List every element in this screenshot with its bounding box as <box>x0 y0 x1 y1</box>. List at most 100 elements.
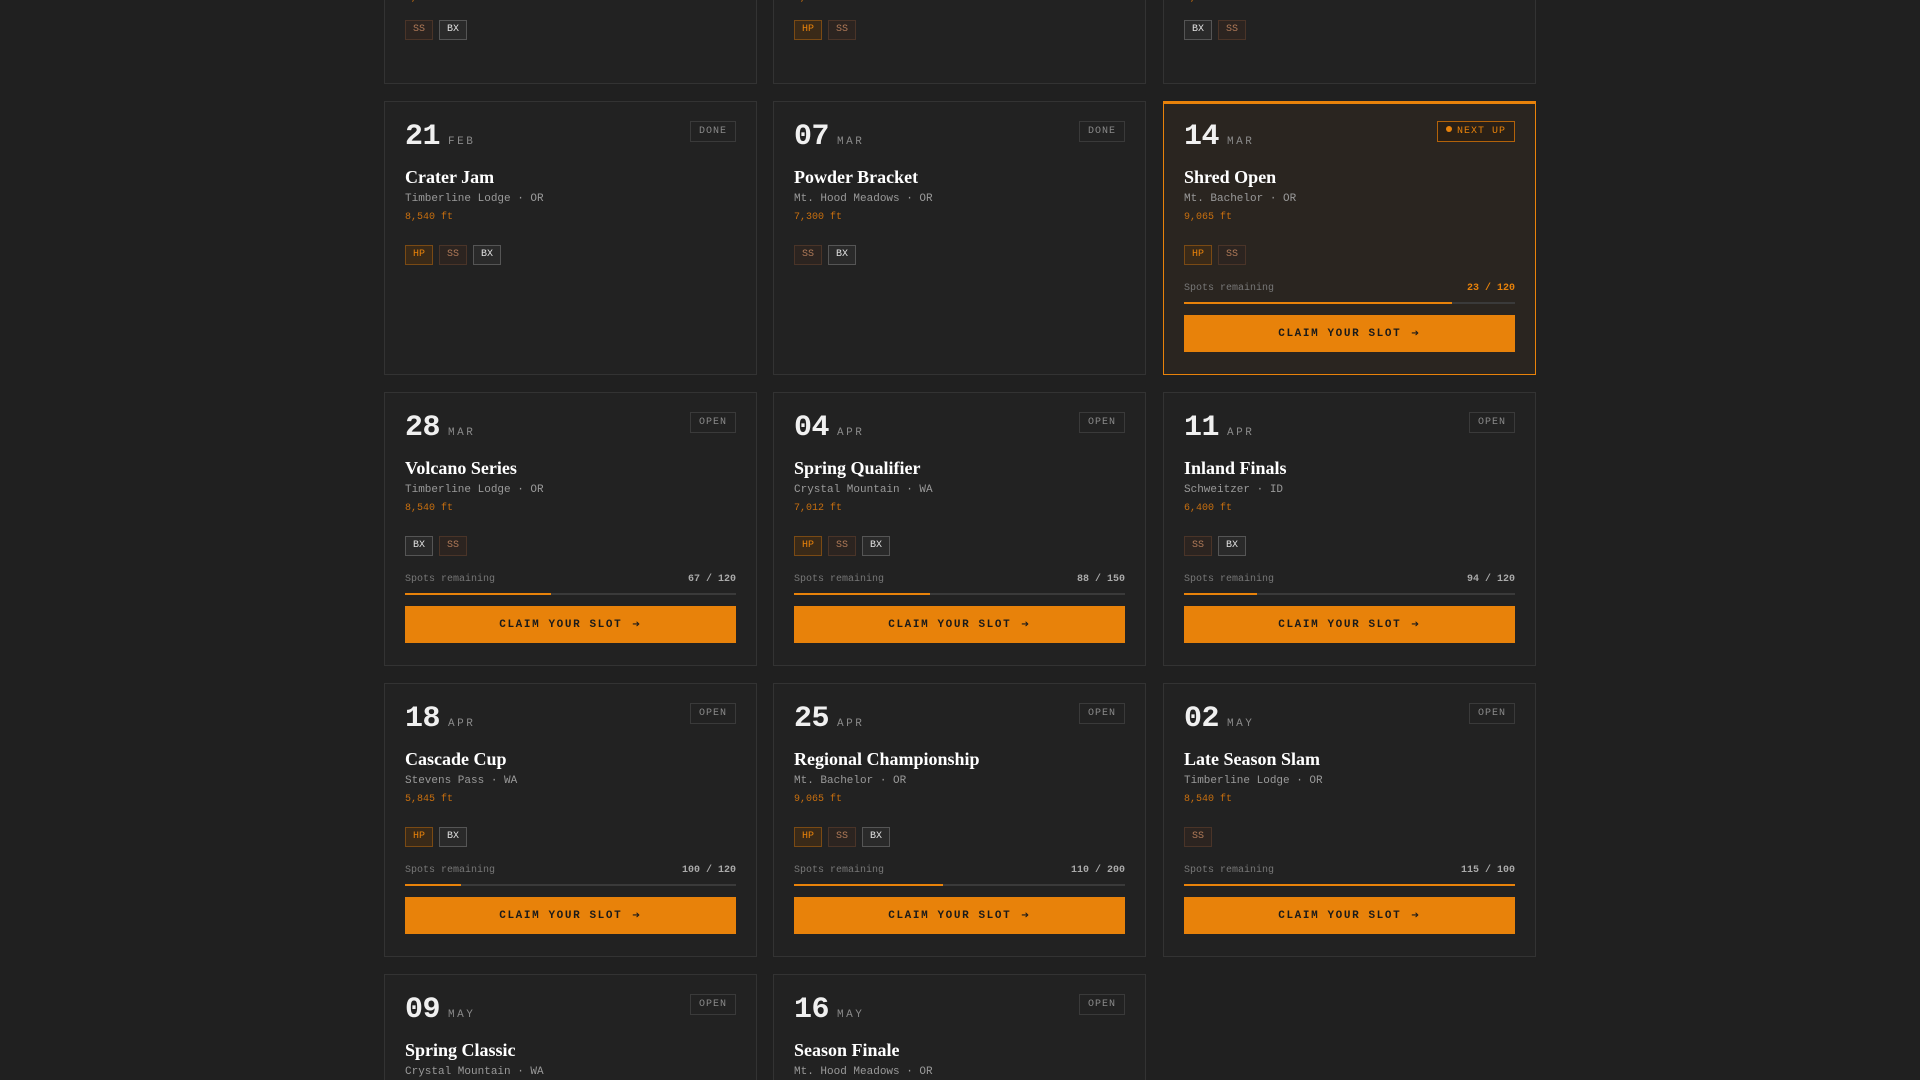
status-badge: OPEN <box>1078 994 1125 1015</box>
claim-slot-button[interactable]: CLAIM YOUR SLOT ➔ <box>1184 606 1515 643</box>
status-label: DONE <box>698 126 727 137</box>
spots-label: Spots remaining <box>1184 283 1275 294</box>
event-name: Crater Jam <box>405 167 495 187</box>
arrow-right-icon: ➔ <box>632 908 642 923</box>
spots-progress-fill <box>1184 302 1453 304</box>
event-card: 02 MAY OPEN Late Season Slam Timberline Lodg… <box>1163 683 1536 957</box>
discipline-tags: BX SS <box>405 536 736 556</box>
event-date: 18 APR <box>405 702 736 738</box>
discipline-tag: BX <box>1184 20 1213 40</box>
event-elevation: 5,845 ft <box>794 0 1125 7</box>
event-elevation: 7,012 ft <box>405 0 736 7</box>
event-day: 11 <box>1184 411 1220 445</box>
discipline-tag: HP <box>794 20 823 40</box>
discipline-tag: BX <box>405 536 434 556</box>
spots-row: Spots remaining 115 / 100 <box>1184 865 1515 877</box>
discipline-tag: BX <box>862 536 891 556</box>
event-name: Shred Open <box>1184 167 1277 187</box>
spots-count: 100 / 120 <box>681 865 736 876</box>
status-label: OPEN <box>1087 708 1116 719</box>
claim-slot-button[interactable]: CLAIM YOUR SLOT ➔ <box>794 606 1125 643</box>
arrow-right-icon: ➔ <box>1411 326 1421 341</box>
claim-slot-button[interactable]: CLAIM YOUR SLOT ➔ <box>794 897 1125 934</box>
event-date: 07 MAR <box>794 120 1125 156</box>
spots-count: 115 / 100 <box>1460 865 1515 876</box>
spots-count: 94 / 120 <box>1466 574 1515 585</box>
discipline-tag: HP <box>405 827 434 847</box>
event-date: 11 APR <box>1184 411 1515 447</box>
event-card: 14 MAR NEXT UP Shred Open Mt. Bachelor · OR 9… <box>1163 101 1536 375</box>
spots-progress-bar <box>1184 884 1515 886</box>
claim-slot-button[interactable]: CLAIM YOUR SLOT ➔ <box>405 606 736 643</box>
status-badge: DONE <box>689 121 736 142</box>
status-label: OPEN <box>698 708 727 719</box>
status-badge: OPEN <box>689 412 736 433</box>
event-card: 28 MAR OPEN Volcano Series Timberline Lodge … <box>384 392 757 666</box>
status-badge: OPEN <box>1078 412 1125 433</box>
spots-progress-fill <box>794 593 930 595</box>
event-location: Timberline Lodge · OR <box>405 484 544 496</box>
spots-count: 110 / 200 <box>1070 865 1125 876</box>
discipline-tag: SS <box>828 827 857 847</box>
event-location: Schweitzer · ID <box>1184 484 1284 496</box>
status-badge: NEXT UP <box>1436 121 1515 142</box>
claim-slot-label: CLAIM YOUR SLOT <box>1278 618 1402 631</box>
event-location: Crystal Mountain · WA <box>794 484 933 496</box>
spots-row: Spots remaining 94 / 120 <box>1184 574 1515 586</box>
arrow-right-icon: ➔ <box>1411 908 1421 923</box>
event-month: MAY <box>837 1009 865 1021</box>
discipline-tag: SS <box>405 20 434 40</box>
event-name: Cascade Cup <box>405 749 507 769</box>
claim-slot-button[interactable]: CLAIM YOUR SLOT ➔ <box>1184 315 1515 352</box>
event-date: 28 MAR <box>405 411 736 447</box>
event-name: Inland Finals <box>1184 458 1287 478</box>
event-name: Powder Bracket <box>794 167 919 187</box>
event-elevation: 8,540 ft <box>1184 794 1233 805</box>
discipline-tags: SS BX <box>1184 536 1515 556</box>
spots-progress-fill <box>405 593 551 595</box>
discipline-tag: HP <box>1184 245 1213 265</box>
spots-row: Spots remaining 88 / 150 <box>794 574 1125 586</box>
claim-slot-label: CLAIM YOUR SLOT <box>1278 909 1402 922</box>
event-day: 25 <box>794 702 830 736</box>
discipline-tag: BX <box>439 20 468 40</box>
claim-slot-button[interactable]: CLAIM YOUR SLOT ➔ <box>1184 897 1515 934</box>
spots-row: Spots remaining 67 / 120 <box>405 574 736 586</box>
event-card: 11 APR OPEN Inland Finals Schweitzer · ID 6,4… <box>1163 392 1536 666</box>
discipline-tag: BX <box>473 245 502 265</box>
event-card: 5,845 ft HPSS <box>773 0 1146 84</box>
status-label: DONE <box>1087 126 1116 137</box>
discipline-tags: SS <box>1184 827 1515 847</box>
spots-count: 23 / 120 <box>1466 283 1515 294</box>
event-location: Mt. Bachelor · OR <box>794 775 907 787</box>
event-date: 25 APR <box>794 702 1125 738</box>
discipline-tag: BX <box>439 827 468 847</box>
claim-slot-button[interactable]: CLAIM YOUR SLOT ➔ <box>405 897 736 934</box>
spots-label: Spots remaining <box>794 574 885 585</box>
arrow-right-icon: ➔ <box>632 617 642 632</box>
status-badge: OPEN <box>689 994 736 1015</box>
spots-label: Spots remaining <box>1184 574 1275 585</box>
event-name: Regional Championship <box>794 749 980 769</box>
event-elevation: 8,540 ft <box>405 212 454 223</box>
event-month: APR <box>448 718 476 730</box>
event-card: 21 FEB DONE Crater Jam Timberline Lodge · OR… <box>384 101 757 375</box>
spots-progress-bar <box>794 593 1125 595</box>
spots-progress-bar <box>1184 593 1515 595</box>
event-month: MAR <box>837 136 865 148</box>
claim-slot-label: CLAIM YOUR SLOT <box>888 618 1012 631</box>
spots-count: 88 / 150 <box>1076 574 1125 585</box>
spots-progress-bar <box>794 884 1125 886</box>
claim-slot-label: CLAIM YOUR SLOT <box>499 909 623 922</box>
status-label: OPEN <box>1087 999 1116 1010</box>
event-day: 28 <box>405 411 441 445</box>
discipline-tag: BX <box>1218 536 1247 556</box>
status-badge: OPEN <box>1078 703 1125 724</box>
event-day: 02 <box>1184 702 1220 736</box>
event-month: APR <box>837 427 865 439</box>
spots-progress-fill <box>1184 593 1257 595</box>
discipline-tag: SS <box>1218 245 1247 265</box>
status-badge: OPEN <box>1468 412 1515 433</box>
discipline-tags: BX SS <box>1184 20 1515 40</box>
event-month: FEB <box>448 136 476 148</box>
